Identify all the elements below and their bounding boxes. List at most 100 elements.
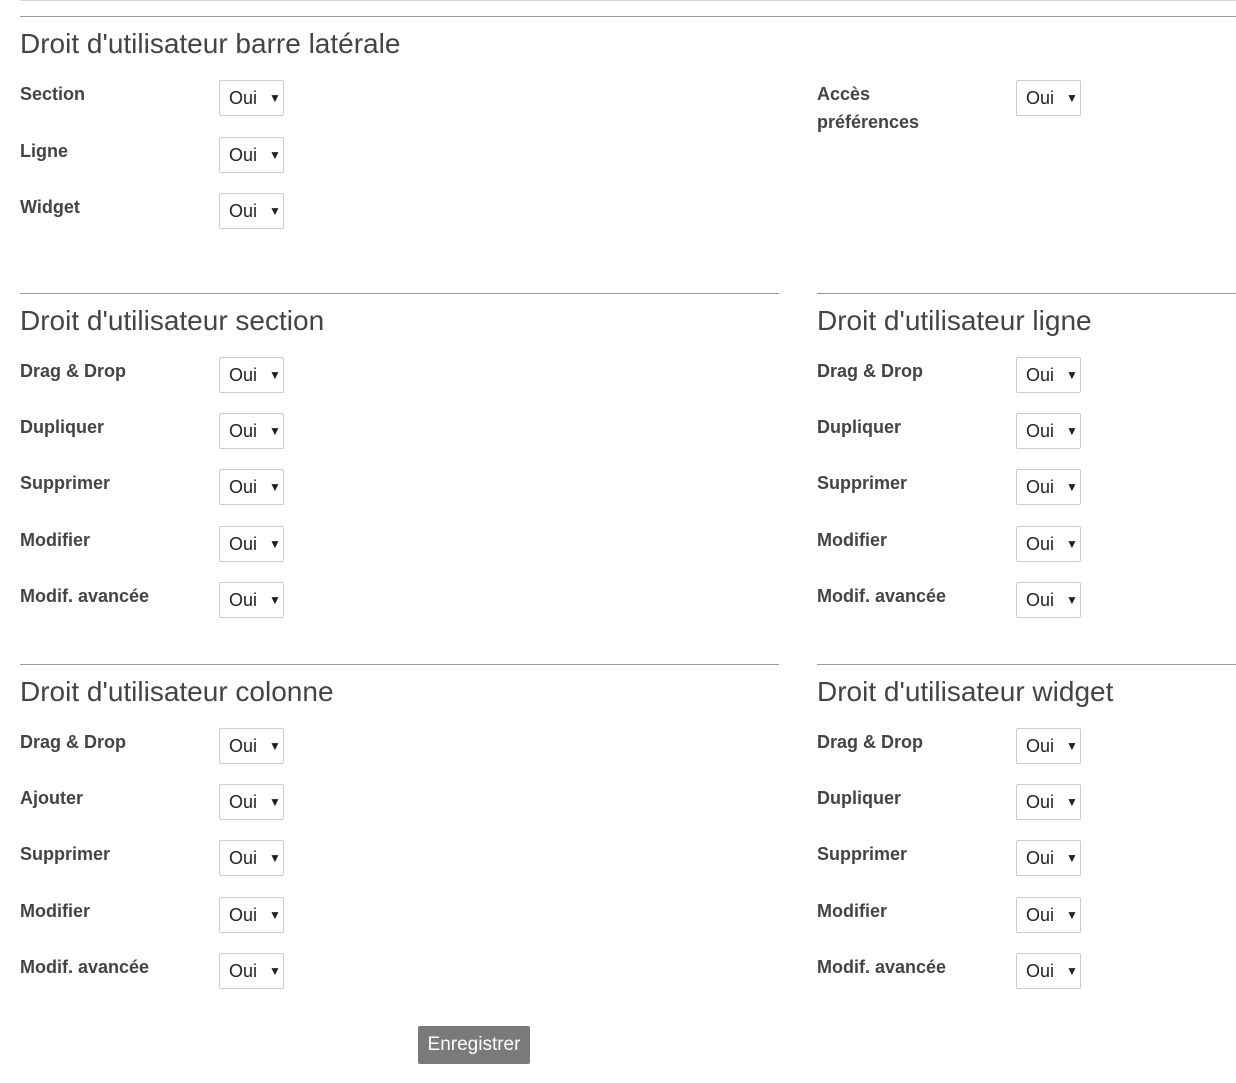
field-label: Modifier <box>817 901 887 921</box>
field-label: Modif. avancée <box>817 957 947 977</box>
section-divider <box>20 293 779 294</box>
chevron-down-icon: ▼ <box>269 537 281 551</box>
select-value: Oui <box>1026 477 1055 497</box>
field-label: Supprimer <box>817 473 908 493</box>
chevron-down-icon: ▼ <box>269 851 281 865</box>
select-value: Oui <box>1026 961 1055 981</box>
chevron-down-icon: ▼ <box>1066 480 1078 494</box>
chevron-down-icon: ▼ <box>269 148 281 162</box>
select-value: Oui <box>229 961 258 981</box>
widget-delete-select[interactable]: Oui ▼ <box>1016 840 1081 876</box>
select-value: Oui <box>229 88 258 108</box>
chevron-down-icon: ▼ <box>269 964 281 978</box>
field-label: Drag & Drop <box>817 732 924 752</box>
field-label: Dupliquer <box>20 417 104 437</box>
column-dragdrop-select[interactable]: Oui ▼ <box>219 728 284 764</box>
chevron-down-icon: ▼ <box>269 739 281 753</box>
field-label: Modifier <box>817 530 887 550</box>
field-label: Drag & Drop <box>20 732 127 752</box>
section-edit-select[interactable]: Oui ▼ <box>219 526 284 562</box>
sidebar-section-select[interactable]: Oui ▼ <box>219 80 284 116</box>
preferences-access-select[interactable]: Oui ▼ <box>1016 80 1081 116</box>
field-label: Dupliquer <box>817 788 901 808</box>
field-label: Section <box>20 84 86 104</box>
sidebar-rights-panel: Droit d'utilisateur barre latérale Secti… <box>20 16 1236 246</box>
chevron-down-icon: ▼ <box>269 424 281 438</box>
select-value: Oui <box>1026 88 1055 108</box>
chevron-down-icon: ▼ <box>269 480 281 494</box>
section-divider <box>817 293 1236 294</box>
field-label: Widget <box>20 197 80 217</box>
select-value: Oui <box>229 365 258 385</box>
section-divider <box>20 16 1236 17</box>
select-value: Oui <box>229 590 258 610</box>
select-value: Oui <box>229 736 258 756</box>
select-value: Oui <box>1026 365 1055 385</box>
select-value: Oui <box>229 201 258 221</box>
chevron-down-icon: ▼ <box>1066 368 1078 382</box>
chevron-down-icon: ▼ <box>269 908 281 922</box>
select-value: Oui <box>229 421 258 441</box>
field-label: Supprimer <box>20 844 111 864</box>
sidebar-widget-select[interactable]: Oui ▼ <box>219 193 284 229</box>
section-rights-title: Droit d'utilisateur section <box>20 305 325 336</box>
field-label: Ligne <box>20 141 68 161</box>
chevron-down-icon: ▼ <box>1066 593 1078 607</box>
field-label: Modif. avancée <box>20 586 150 606</box>
widget-duplicate-select[interactable]: Oui ▼ <box>1016 784 1081 820</box>
field-label: Drag & Drop <box>817 361 924 381</box>
field-label: Modif. avancée <box>20 957 150 977</box>
chevron-down-icon: ▼ <box>269 593 281 607</box>
chevron-down-icon: ▼ <box>1066 91 1078 105</box>
chevron-down-icon: ▼ <box>1066 851 1078 865</box>
select-value: Oui <box>229 534 258 554</box>
section-divider <box>20 664 779 665</box>
field-label: Modifier <box>20 901 90 921</box>
section-delete-select[interactable]: Oui ▼ <box>219 469 284 505</box>
chevron-down-icon: ▼ <box>1066 424 1078 438</box>
select-value: Oui <box>229 145 258 165</box>
sidebar-row-select[interactable]: Oui ▼ <box>219 137 284 173</box>
field-label: Ajouter <box>20 788 83 808</box>
section-advanced-edit-select[interactable]: Oui ▼ <box>219 582 284 618</box>
top-divider <box>20 0 1236 1</box>
row-edit-select[interactable]: Oui ▼ <box>1016 526 1081 562</box>
column-advanced-edit-select[interactable]: Oui ▼ <box>219 953 284 989</box>
select-value: Oui <box>229 848 258 868</box>
field-label: Supprimer <box>20 473 111 493</box>
select-value: Oui <box>229 792 258 812</box>
row-duplicate-select[interactable]: Oui ▼ <box>1016 413 1081 449</box>
chevron-down-icon: ▼ <box>1066 908 1078 922</box>
widget-edit-select[interactable]: Oui ▼ <box>1016 897 1081 933</box>
row-advanced-edit-select[interactable]: Oui ▼ <box>1016 582 1081 618</box>
chevron-down-icon: ▼ <box>269 368 281 382</box>
sidebar-rights-title: Droit d'utilisateur barre latérale <box>20 28 401 59</box>
column-edit-select[interactable]: Oui ▼ <box>219 897 284 933</box>
column-delete-select[interactable]: Oui ▼ <box>219 840 284 876</box>
row-delete-select[interactable]: Oui ▼ <box>1016 469 1081 505</box>
widget-rights-title: Droit d'utilisateur widget <box>817 676 1114 707</box>
select-value: Oui <box>1026 848 1055 868</box>
section-divider <box>817 664 1236 665</box>
chevron-down-icon: ▼ <box>1066 537 1078 551</box>
field-label: Drag & Drop <box>20 361 127 381</box>
field-label: Modifier <box>20 530 90 550</box>
section-duplicate-select[interactable]: Oui ▼ <box>219 413 284 449</box>
field-label: Modif. avancée <box>817 586 947 606</box>
field-label: Accès préférences <box>817 84 920 132</box>
row-dragdrop-select[interactable]: Oui ▼ <box>1016 357 1081 393</box>
column-add-select[interactable]: Oui ▼ <box>219 784 284 820</box>
section-dragdrop-select[interactable]: Oui ▼ <box>219 357 284 393</box>
chevron-down-icon: ▼ <box>269 795 281 809</box>
row-rights-title: Droit d'utilisateur ligne <box>817 305 1092 336</box>
chevron-down-icon: ▼ <box>269 204 281 218</box>
select-value: Oui <box>229 905 258 925</box>
section-rights-panel: Droit d'utilisateur section Drag & Drop … <box>20 293 779 633</box>
save-button[interactable]: Enregistrer <box>418 1026 530 1064</box>
widget-advanced-edit-select[interactable]: Oui ▼ <box>1016 953 1081 989</box>
widget-dragdrop-select[interactable]: Oui ▼ <box>1016 728 1081 764</box>
select-value: Oui <box>229 477 258 497</box>
select-value: Oui <box>1026 905 1055 925</box>
widget-rights-panel: Droit d'utilisateur widget Drag & Drop O… <box>817 664 1236 1004</box>
row-rights-panel: Droit d'utilisateur ligne Drag & Drop Ou… <box>817 293 1236 633</box>
